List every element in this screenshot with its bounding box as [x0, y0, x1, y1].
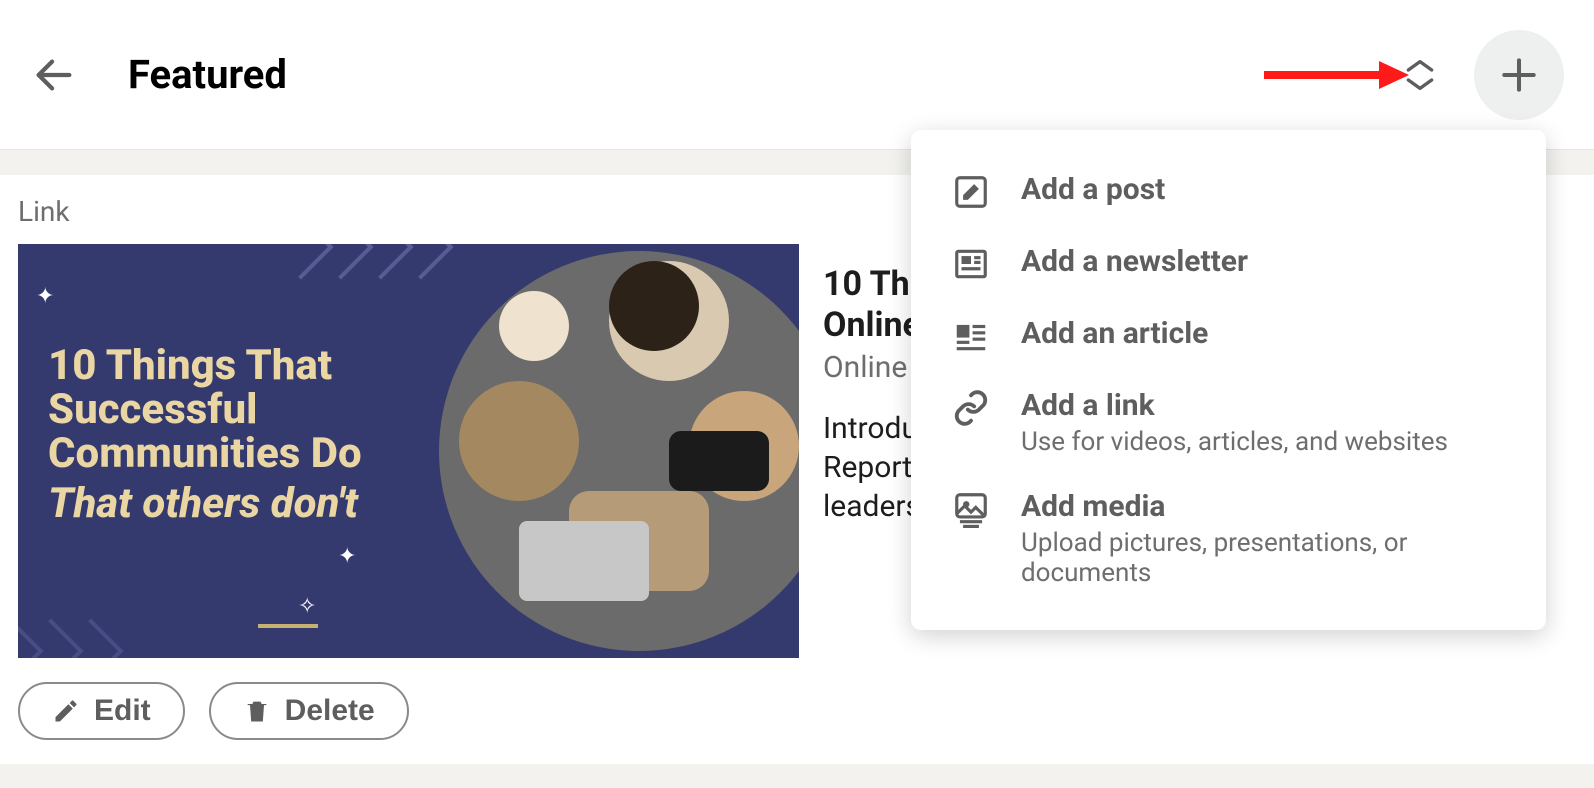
- delete-button-label: Delete: [285, 694, 375, 728]
- dd-title: Add a post: [1021, 172, 1506, 207]
- thumbnail-photo-circle: [439, 251, 799, 651]
- reorder-icon: [1400, 55, 1440, 95]
- trash-icon: [243, 697, 271, 725]
- add-newsletter-item[interactable]: Add a newsletter: [911, 228, 1546, 300]
- decor-chevrons-bottom: [18, 628, 108, 658]
- add-link-item[interactable]: Add a link Use for videos, articles, and…: [911, 372, 1546, 473]
- header-actions: [1396, 30, 1564, 120]
- reorder-button[interactable]: [1396, 51, 1444, 99]
- edit-button[interactable]: Edit: [18, 682, 185, 740]
- sparkle-icon: ✦: [338, 544, 356, 569]
- delete-button[interactable]: Delete: [209, 682, 409, 740]
- dd-subtitle: Use for videos, articles, and websites: [1021, 427, 1506, 457]
- add-post-item[interactable]: Add a post: [911, 156, 1546, 228]
- decor-underline: [258, 624, 318, 628]
- annotation-arrow-icon: [1259, 55, 1409, 95]
- back-button[interactable]: [30, 51, 78, 99]
- dd-title: Add a link: [1021, 388, 1506, 423]
- pencil-icon: [52, 697, 80, 725]
- thumbnail-line2: That others don't: [48, 482, 439, 526]
- add-button[interactable]: [1474, 30, 1564, 120]
- dd-title: Add an article: [1021, 316, 1506, 351]
- media-icon: [951, 489, 991, 529]
- item-actions: Edit Delete: [18, 682, 1576, 740]
- add-article-item[interactable]: Add an article: [911, 300, 1546, 372]
- add-menu-dropdown: Add a post Add a newsletter Add an artic…: [911, 130, 1546, 630]
- decor-chevrons-top: [278, 244, 438, 274]
- edit-button-label: Edit: [94, 694, 151, 728]
- header-bar: Featured: [0, 0, 1594, 150]
- arrow-left-icon: [31, 52, 77, 98]
- add-media-item[interactable]: Add media Upload pictures, presentations…: [911, 473, 1546, 604]
- link-icon: [951, 388, 991, 428]
- plus-icon: [1497, 53, 1541, 97]
- dd-title: Add media: [1021, 489, 1506, 524]
- item-thumbnail[interactable]: ✦ ✦ ✧ 10 Things That Successful Communit…: [18, 244, 799, 658]
- dd-subtitle: Upload pictures, presentations, or docum…: [1021, 528, 1506, 588]
- sparkle-icon: ✧: [298, 594, 316, 619]
- article-icon: [951, 316, 991, 356]
- sparkle-icon: ✦: [36, 284, 54, 309]
- dd-title: Add a newsletter: [1021, 244, 1506, 279]
- thumbnail-line1: 10 Things That Successful Communities Do: [48, 344, 439, 476]
- thumbnail-text: 10 Things That Successful Communities Do…: [48, 344, 439, 526]
- edit-square-icon: [951, 172, 991, 212]
- page-title: Featured: [128, 51, 287, 98]
- newsletter-icon: [951, 244, 991, 284]
